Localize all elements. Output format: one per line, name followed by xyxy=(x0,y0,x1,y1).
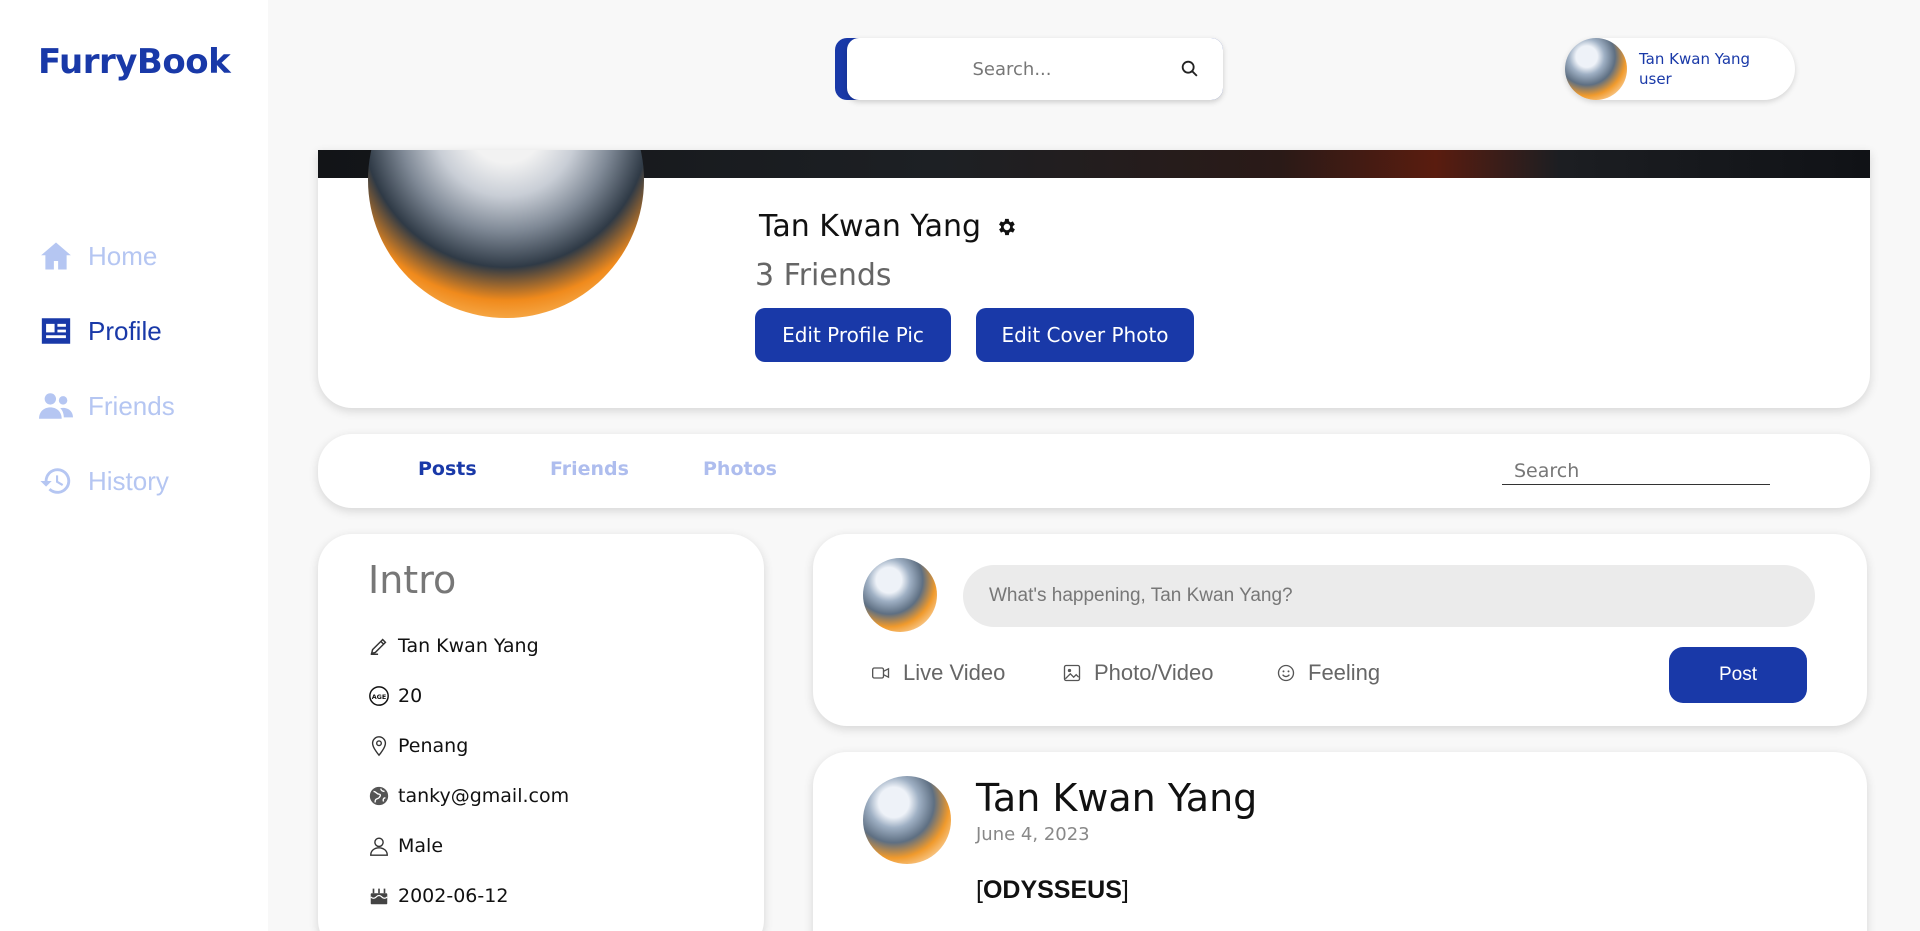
gear-icon[interactable] xyxy=(995,216,1017,238)
intro-gender-row: Male xyxy=(368,832,443,860)
user-icon xyxy=(370,837,388,856)
intro-name-row: Tan Kwan Yang xyxy=(368,632,539,660)
sidebar-item-history[interactable]: History xyxy=(38,461,169,501)
search-icon[interactable] xyxy=(1179,58,1201,80)
post-body-bracket-open: [ xyxy=(976,876,983,904)
intro-location: Penang xyxy=(398,735,469,757)
intro-birthday: 2002-06-12 xyxy=(398,885,509,907)
sidebar-item-profile[interactable]: Profile xyxy=(38,311,162,351)
age-icon: AGE xyxy=(369,686,389,706)
tabs-search-input[interactable] xyxy=(1502,460,1770,485)
pencil-icon xyxy=(370,638,387,655)
globe-icon xyxy=(369,786,389,806)
sidebar-item-home[interactable]: Home xyxy=(38,236,157,276)
edit-profile-pic-button[interactable]: Edit Profile Pic xyxy=(755,308,951,362)
image-icon xyxy=(1063,664,1081,682)
intro-gender: Male xyxy=(398,835,444,857)
intro-birthday-row: 2002-06-12 xyxy=(368,882,508,910)
feeling-label: Feeling xyxy=(1308,660,1381,685)
user-name: Tan Kwan Yang xyxy=(1639,50,1751,68)
video-camera-icon xyxy=(872,667,890,679)
sidebar: FurryBook Home Profile Friends History xyxy=(0,0,268,931)
edit-cover-photo-button[interactable]: Edit Cover Photo xyxy=(976,308,1194,362)
sidebar-item-label: Profile xyxy=(88,315,162,346)
history-icon xyxy=(38,463,74,499)
app-logo[interactable]: FurryBook xyxy=(38,42,231,82)
friends-count: 3 Friends xyxy=(755,258,892,293)
profile-header: Tan Kwan Yang 3 Friends Edit Profile Pic… xyxy=(318,150,1870,408)
profile-tabs: Posts Friends Photos xyxy=(318,434,1870,508)
top-search-input[interactable] xyxy=(867,58,1157,80)
post-date: June 4, 2023 xyxy=(976,824,1090,845)
tab-posts[interactable]: Posts xyxy=(418,458,477,480)
tab-photos[interactable]: Photos xyxy=(703,458,777,480)
tab-friends[interactable]: Friends xyxy=(550,458,629,480)
post-body-text: ODYSSEUS xyxy=(982,876,1122,904)
post-body-bracket-close: ] xyxy=(1121,876,1129,904)
intro-card: Intro Tan Kwan Yang AGE 20 Penang tanky@… xyxy=(318,534,764,931)
user-info: Tan Kwan Yang user xyxy=(1639,49,1750,89)
avatar xyxy=(1565,38,1627,100)
avatar xyxy=(863,558,937,632)
user-role: user xyxy=(1639,70,1672,88)
sidebar-item-label: Home xyxy=(88,240,158,271)
intro-name: Tan Kwan Yang xyxy=(398,635,539,657)
intro-email-row: tanky@gmail.com xyxy=(368,782,569,810)
avatar xyxy=(863,776,951,864)
intro-title: Intro xyxy=(368,558,457,602)
profile-name-text: Tan Kwan Yang xyxy=(759,209,982,244)
user-menu[interactable]: Tan Kwan Yang user xyxy=(1565,38,1795,100)
post-input[interactable] xyxy=(963,565,1815,627)
intro-age-row: AGE 20 xyxy=(368,682,422,710)
users-icon xyxy=(38,388,74,424)
live-video-button[interactable]: Live Video xyxy=(871,660,1005,686)
post-author[interactable]: Tan Kwan Yang xyxy=(976,776,1257,820)
post-button[interactable]: Post xyxy=(1669,647,1807,703)
intro-email: tanky@gmail.com xyxy=(398,785,570,807)
profile-name: Tan Kwan Yang xyxy=(759,209,1017,244)
sidebar-item-label: History xyxy=(88,465,169,496)
intro-age: 20 xyxy=(398,685,423,707)
home-icon xyxy=(38,238,74,274)
smile-icon xyxy=(1277,664,1295,682)
id-card-icon xyxy=(38,313,74,349)
live-video-label: Live Video xyxy=(903,660,1006,685)
feed-post: Tan Kwan Yang June 4, 2023 [ODYSSEUS] xyxy=(813,752,1867,931)
top-search-field xyxy=(847,38,1223,100)
photo-video-label: Photo/Video xyxy=(1094,660,1214,685)
post-composer: Live Video Photo/Video Feeling Post xyxy=(813,534,1867,726)
top-search-bar xyxy=(835,38,1223,100)
sidebar-item-label: Friends xyxy=(88,390,175,421)
location-pin-icon xyxy=(371,736,387,757)
svg-text:AGE: AGE xyxy=(372,693,387,701)
profile-picture xyxy=(368,150,644,318)
feeling-button[interactable]: Feeling xyxy=(1276,660,1380,686)
intro-location-row: Penang xyxy=(368,732,468,760)
photo-video-button[interactable]: Photo/Video xyxy=(1062,660,1213,686)
sidebar-item-friends[interactable]: Friends xyxy=(38,386,175,426)
birthday-cake-icon xyxy=(370,888,388,905)
post-body: [ODYSSEUS] xyxy=(976,876,1129,905)
